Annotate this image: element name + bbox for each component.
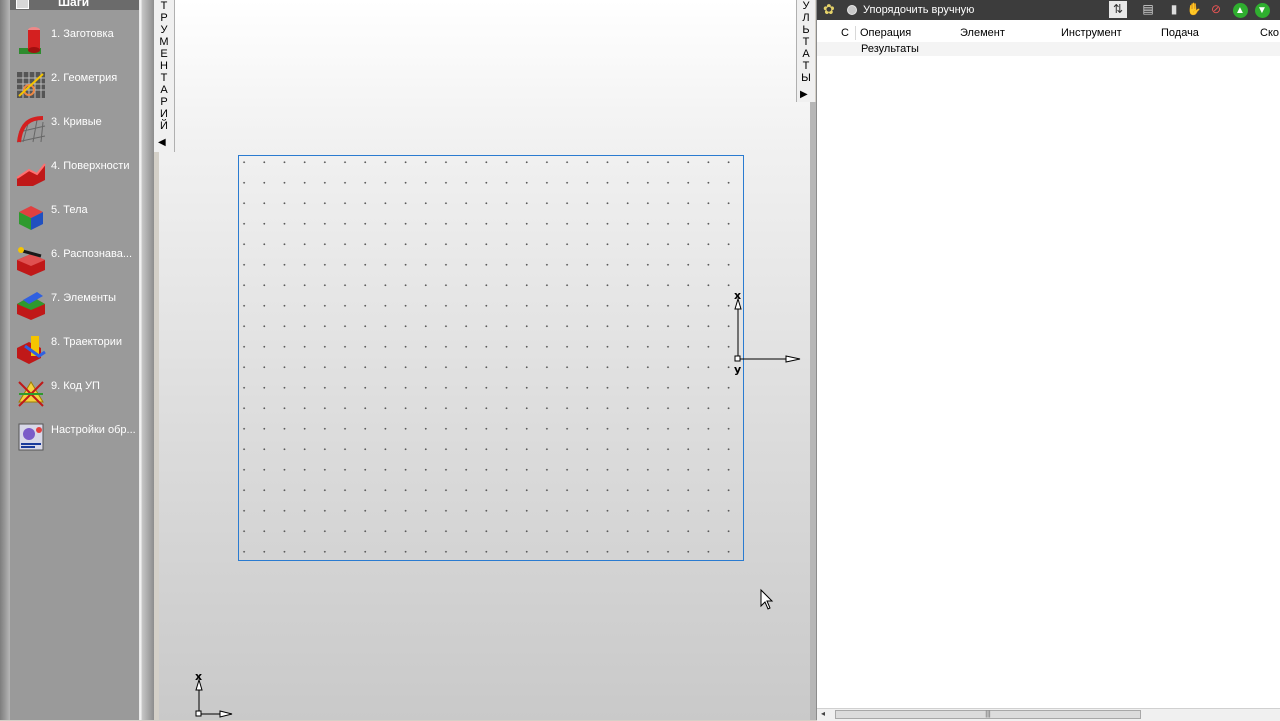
delete-icon[interactable]: ▮ [1165, 1, 1183, 18]
solids-icon [19, 206, 43, 230]
results-panel: ✿ Упорядочить вручную ⇅ ▤ ▮ ✋ ⊘ ▲ ▼ С Оп… [816, 0, 1280, 721]
results-tab[interactable]: УЛЬТАТЫ ▶ [796, 0, 815, 102]
col-header-element[interactable]: Элемент [960, 27, 1005, 39]
tools-tab-label: ТРУМЕНТАРИЙ [159, 0, 169, 132]
step-label: 6. Распознава... [51, 248, 133, 260]
step-label: 5. Тела [51, 204, 88, 216]
nc-code-icon [18, 381, 44, 407]
step-nc-code[interactable]: 9. Код УП [13, 374, 139, 414]
machining-settings-icon [18, 423, 44, 451]
toolpaths-icon [17, 336, 46, 364]
axis-y-label: y [734, 363, 741, 376]
corner-axis-x-label: x [195, 670, 202, 683]
mouse-cursor-icon [760, 588, 774, 610]
elements-icon [17, 292, 45, 320]
horizontal-scrollbar[interactable]: ◂ ||| [817, 708, 1280, 721]
curves-icon [16, 116, 46, 143]
step-machining-settings[interactable]: Настройки обр... [13, 418, 139, 458]
steps-title: Шаги [58, 0, 90, 9]
col-header-operation[interactable]: Операция [860, 27, 911, 39]
step-label: 9. Код УП [51, 380, 100, 392]
col-header-speed[interactable]: Ско [1260, 27, 1280, 39]
corner-axis-gizmo: x [195, 670, 233, 718]
stock-cylinder-icon [19, 27, 41, 54]
scroll-left-icon[interactable]: ◂ [821, 709, 825, 718]
sort-manually-radio[interactable] [847, 5, 857, 15]
recognition-icon [17, 247, 45, 276]
sort-icon[interactable]: ⇅ [1109, 1, 1127, 18]
col-header-feed[interactable]: Подача [1161, 27, 1199, 39]
step-surfaces[interactable]: 4. Поверхности [13, 154, 139, 194]
col-header-tool[interactable]: Инструмент [1061, 27, 1122, 39]
step-geometry[interactable]: 2. Геометрия [13, 66, 139, 106]
results-group-row[interactable]: Результаты [817, 42, 1280, 56]
scrollbar-thumb[interactable]: ||| [835, 710, 1141, 719]
settings-gear-icon[interactable]: ✿ [823, 1, 835, 18]
surfaces-icon [16, 163, 46, 186]
results-tab-label: УЛЬТАТЫ [801, 0, 811, 84]
col-header-c[interactable]: С [841, 27, 849, 39]
panel-splitter[interactable] [139, 0, 154, 720]
step-stock[interactable]: 1. Заготовка [13, 22, 139, 62]
column-divider[interactable] [855, 26, 856, 40]
workpiece-frame [238, 155, 744, 561]
step-label: Настройки обр... [51, 424, 136, 436]
move-up-icon[interactable]: ▲ [1231, 1, 1249, 18]
results-toolbar: ✿ Упорядочить вручную ⇅ ▤ ▮ ✋ ⊘ ▲ ▼ [817, 0, 1280, 20]
step-label: 4. Поверхности [51, 160, 130, 172]
sort-manually-label: Упорядочить вручную [863, 4, 975, 16]
step-toolpaths[interactable]: 8. Траектории [13, 330, 139, 370]
axis-gizmo: x y [734, 289, 801, 376]
export-icon[interactable]: ▤ [1139, 1, 1157, 18]
move-down-icon[interactable]: ▼ [1253, 1, 1271, 18]
step-elements[interactable]: 7. Элементы [13, 286, 139, 326]
tools-tab[interactable]: ТРУМЕНТАРИЙ ◀ [154, 0, 175, 152]
step-label: 3. Кривые [51, 116, 102, 128]
results-group-label: Результаты [861, 43, 919, 55]
step-solids[interactable]: 5. Тела [13, 198, 139, 238]
step-recognition[interactable]: 6. Распознава... [13, 242, 139, 282]
collapse-right-icon[interactable]: ▶ [800, 89, 808, 100]
geometry-grid-icon [17, 72, 45, 98]
step-label: 8. Траектории [51, 336, 123, 348]
step-label: 2. Геометрия [51, 72, 118, 84]
steps-header: Шаги [10, 0, 139, 10]
steps-panel: Шаги 1. Заготовка 2. Геометрия 3. Кривые… [0, 0, 154, 720]
no-hand-icon[interactable]: ⊘ [1207, 1, 1225, 18]
step-label: 1. Заготовка [51, 28, 114, 40]
step-curves[interactable]: 3. Кривые [13, 110, 139, 150]
axis-x-label: x [734, 289, 741, 302]
panel-edge [0, 0, 10, 720]
panel-icon [16, 0, 29, 9]
results-table-header: С Операция Элемент Инструмент Подача Ско [817, 24, 1280, 43]
step-label: 7. Элементы [51, 292, 117, 304]
hand-icon[interactable]: ✋ [1185, 1, 1203, 18]
collapse-left-icon[interactable]: ◀ [158, 137, 166, 148]
